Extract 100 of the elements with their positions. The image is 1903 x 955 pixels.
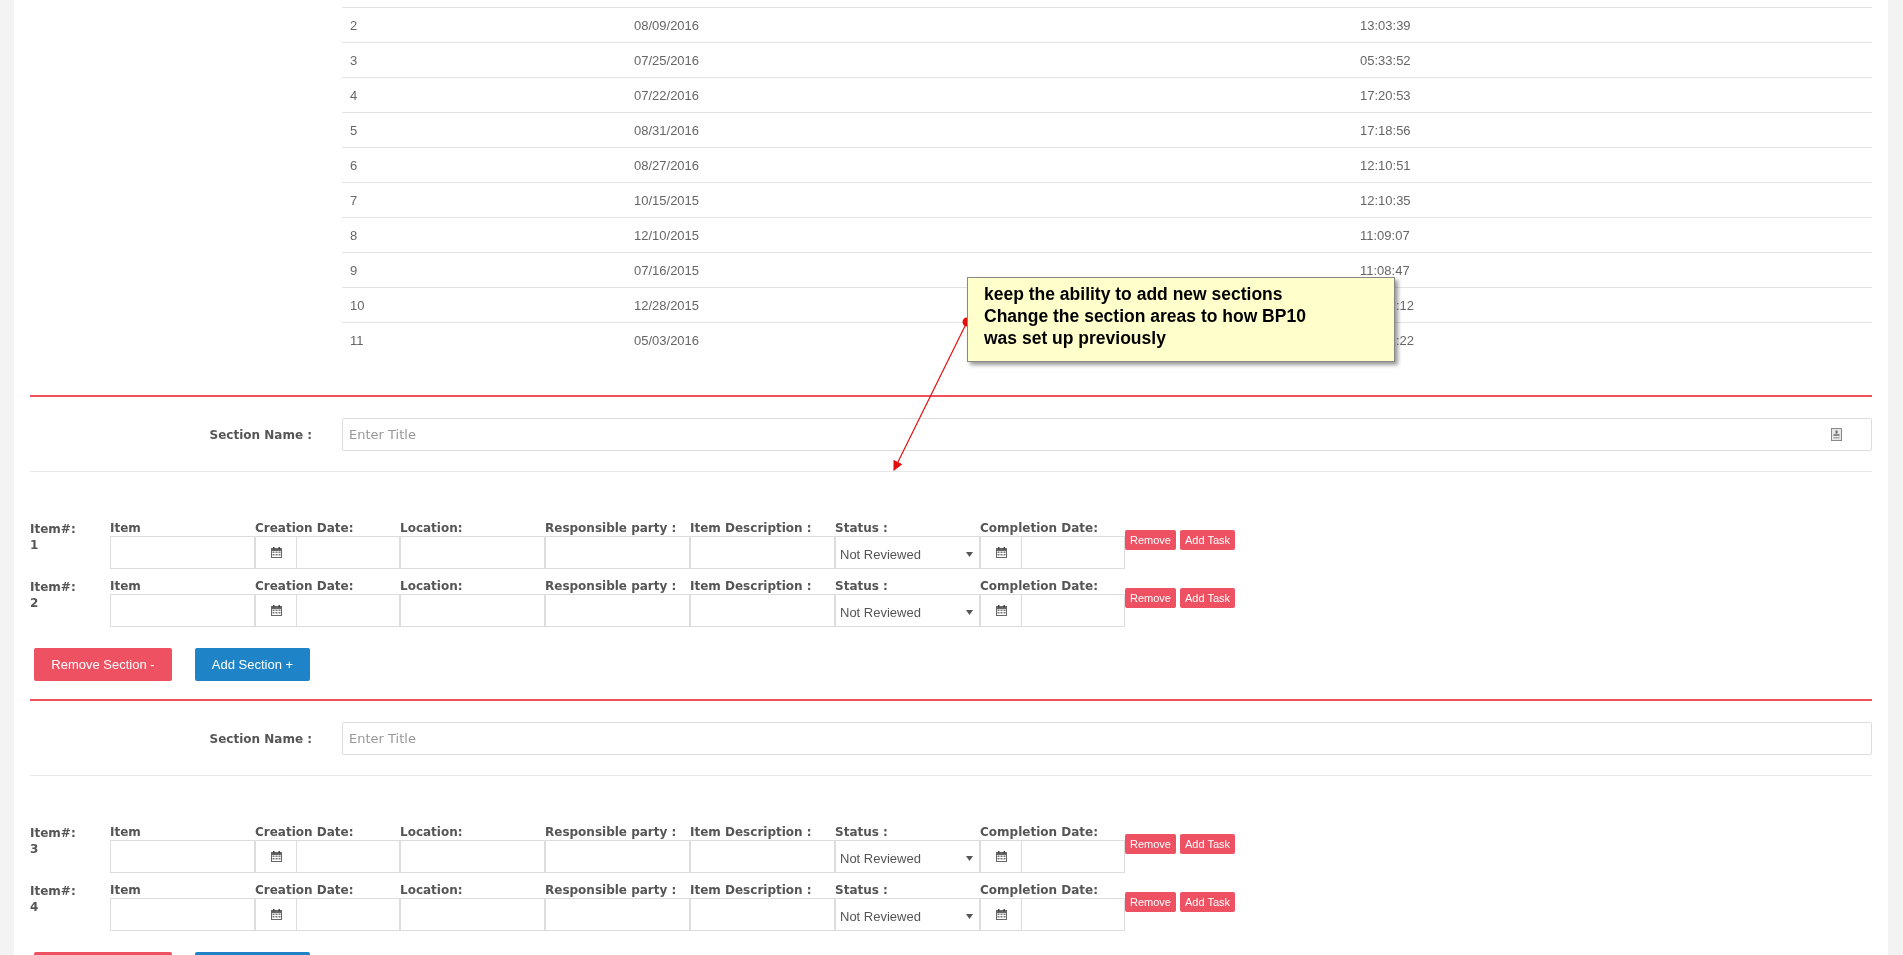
table-cell-text: :22 — [1395, 332, 1415, 348]
item-action-button[interactable]: Remove — [1125, 530, 1176, 550]
calendar-icon[interactable] — [270, 909, 282, 920]
item-number: 2 — [30, 595, 40, 611]
input-field[interactable] — [400, 536, 545, 569]
add-section-button[interactable]: Add Section + — [195, 648, 310, 681]
table-cell: 6 — [350, 157, 358, 173]
status-dropdown[interactable]: Not Reviewed — [835, 898, 980, 931]
table-cell-text: :12 — [1395, 297, 1415, 313]
item-action-button[interactable]: Remove — [1125, 588, 1176, 608]
date-field[interactable] — [297, 594, 400, 627]
item-action-button[interactable]: Add Task — [1179, 588, 1236, 608]
input-field[interactable] — [110, 536, 255, 569]
field-label: Status : — [835, 578, 889, 594]
input-field[interactable] — [545, 594, 690, 627]
item-action-button[interactable]: Remove — [1125, 834, 1176, 854]
calendar-icon[interactable] — [995, 851, 1007, 862]
date-field[interactable] — [1022, 536, 1125, 569]
calendar-icon[interactable] — [995, 605, 1007, 616]
date-field[interactable] — [1022, 840, 1125, 873]
calendar-icon[interactable] — [270, 605, 282, 616]
item-action-button[interactable]: Add Task — [1179, 892, 1236, 912]
input-field[interactable] — [690, 536, 835, 569]
input-field[interactable] — [690, 840, 835, 873]
table-cell: 10/15/2015 — [634, 192, 700, 208]
table-cell: 9 — [350, 262, 358, 278]
status-dropdown[interactable]: Not Reviewed — [835, 536, 980, 569]
input-field[interactable] — [690, 898, 835, 931]
calendar-icon[interactable] — [995, 547, 1007, 558]
field-label: Creation Date: — [255, 520, 355, 536]
caret-icon — [966, 610, 973, 615]
section-name-field[interactable]: Enter Title — [342, 418, 1872, 451]
field-label: Creation Date: — [255, 824, 355, 840]
field-label: Completion Date: — [980, 520, 1099, 536]
item-number-label: Item#: — [30, 825, 77, 841]
field-label: Item — [110, 882, 142, 898]
date-field[interactable] — [297, 840, 400, 873]
table-cell: 8 — [350, 227, 358, 243]
item-action-button[interactable]: Add Task — [1179, 834, 1236, 854]
table-cell: 12/10/2015 — [634, 227, 700, 243]
field-label: Completion Date: — [980, 824, 1099, 840]
field-label: Status : — [835, 882, 889, 898]
field-label: Responsible party : — [545, 824, 678, 840]
table-cell-text: 17:18:56 — [1359, 122, 1411, 138]
input-field[interactable] — [400, 594, 545, 627]
table-cell: 08/31/2016 — [634, 122, 700, 138]
table-cell: 7 — [350, 192, 358, 208]
item-action-button[interactable]: Remove — [1125, 892, 1176, 912]
remove-section-button[interactable]: Remove Section - — [34, 648, 172, 681]
field-label: Creation Date: — [255, 882, 355, 898]
field-label: Responsible party : — [545, 578, 678, 594]
input-field[interactable] — [545, 840, 690, 873]
date-field[interactable] — [1022, 594, 1125, 627]
field-label: Location: — [400, 824, 464, 840]
input-field[interactable] — [110, 898, 255, 931]
table-cell-text: 11:08:47 — [1359, 262, 1410, 278]
caret-icon — [966, 914, 973, 919]
table-cell-text: 11:09:07 — [1359, 227, 1410, 243]
caret-icon — [966, 856, 973, 861]
input-field[interactable] — [110, 594, 255, 627]
input-field[interactable] — [110, 840, 255, 873]
table-cell: 08/09/2016 — [634, 17, 700, 33]
status-dropdown[interactable]: Not Reviewed — [835, 594, 980, 627]
calendar-icon[interactable] — [995, 909, 1007, 920]
field-label: Item Description : — [690, 882, 813, 898]
table-cell: 07/25/2016 — [634, 52, 700, 68]
field-label: Item Description : — [690, 578, 813, 594]
field-label: Completion Date: — [980, 882, 1099, 898]
calendar-icon[interactable] — [270, 851, 282, 862]
calendar-icon[interactable] — [270, 547, 282, 558]
status-dropdown[interactable]: Not Reviewed — [835, 840, 980, 873]
item-number: 3 — [30, 841, 40, 857]
item-number: 1 — [30, 537, 40, 553]
table-cell: 07/22/2016 — [634, 87, 700, 103]
input-field[interactable] — [400, 898, 545, 931]
item-number: 4 — [30, 899, 40, 915]
item-action-button[interactable]: Add Task — [1179, 530, 1236, 550]
input-field[interactable] — [545, 536, 690, 569]
field-label: Item Description : — [690, 520, 813, 536]
field-label: Status : — [835, 520, 889, 536]
caret-icon — [966, 552, 973, 557]
input-field[interactable] — [690, 594, 835, 627]
date-field[interactable] — [297, 536, 400, 569]
section-name-label: Section Name : — [208, 731, 312, 746]
input-field[interactable] — [400, 840, 545, 873]
table-cell-text: 17:20:53 — [1359, 87, 1411, 103]
table-cell: 07/16/2015 — [634, 262, 700, 278]
section-name-field[interactable]: Enter Title — [342, 722, 1872, 755]
field-label: Responsible party : — [545, 520, 678, 536]
date-field[interactable] — [297, 898, 400, 931]
field-label: Location: — [400, 578, 464, 594]
date-field[interactable] — [1022, 898, 1125, 931]
item-number-label: Item#: — [30, 883, 77, 899]
callout-note: keep the ability to add new sections Change the section areas to how BP10 was set up previously — [967, 277, 1395, 362]
field-label: Completion Date: — [980, 578, 1099, 594]
input-field[interactable] — [545, 898, 690, 931]
table-cell: 3 — [350, 52, 358, 68]
table-cell: 5 — [350, 122, 358, 138]
field-label: Item — [110, 520, 142, 536]
table-cell: 10 — [350, 297, 365, 313]
